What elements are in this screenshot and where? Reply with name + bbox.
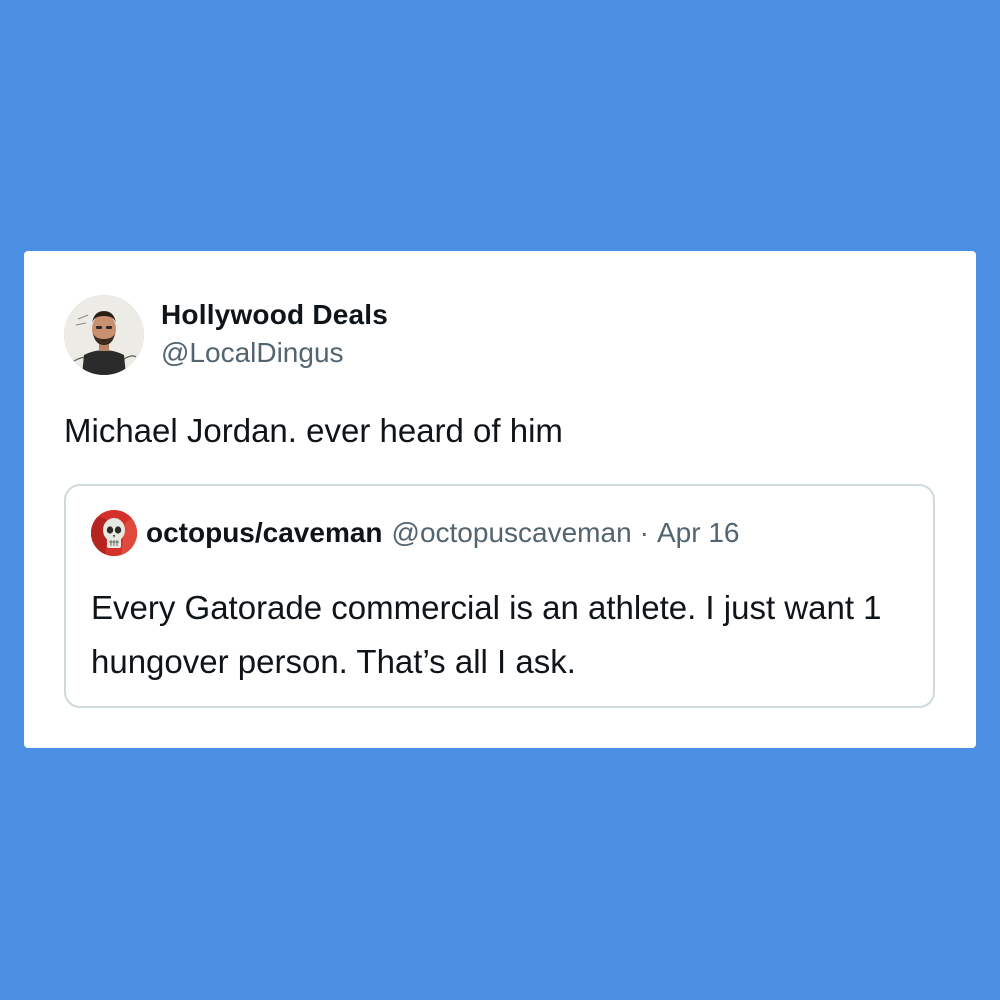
- quoted-tweet-date[interactable]: Apr 16: [657, 517, 740, 549]
- quoted-author-handle[interactable]: @octopuscaveman: [392, 517, 632, 549]
- author-handle[interactable]: @LocalDingus: [161, 333, 388, 373]
- quoted-author-display-name[interactable]: octopus/caveman: [146, 517, 383, 549]
- author-display-name[interactable]: Hollywood Deals: [161, 297, 388, 333]
- quoted-tweet[interactable]: octopus/caveman @octopuscaveman · Apr 16…: [64, 484, 935, 708]
- tweet-author[interactable]: Hollywood Deals @LocalDingus: [64, 295, 388, 375]
- tweet-text: Michael Jordan. ever heard of him: [64, 412, 563, 449]
- quoted-tweet-header: octopus/caveman @octopuscaveman · Apr 16: [91, 510, 739, 556]
- skull-avatar-icon[interactable]: [91, 510, 137, 556]
- quoted-header-separator: ·: [639, 517, 649, 548]
- user-photo-avatar-icon[interactable]: [64, 295, 144, 375]
- tweet-card[interactable]: Hollywood Deals @LocalDingus Michael Jor…: [24, 251, 976, 748]
- quoted-tweet-text: Every Gatorade commercial is an athlete.…: [91, 589, 882, 680]
